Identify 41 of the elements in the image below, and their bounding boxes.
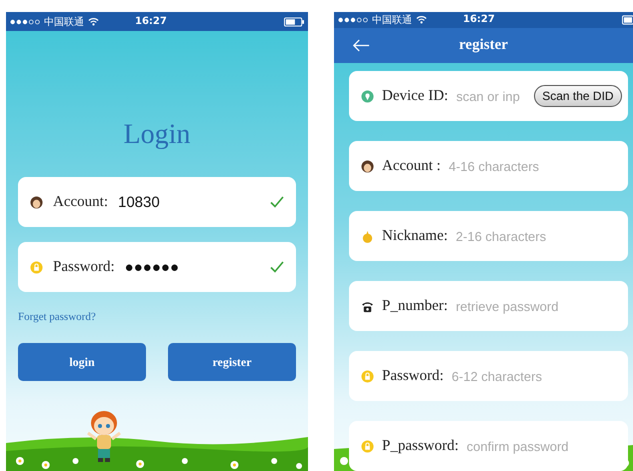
status-time: 16:27 (135, 16, 167, 27)
avatar-icon (360, 160, 374, 172)
battery-icon (622, 14, 633, 25)
field-label: Password: (382, 368, 444, 384)
screen-title: register (459, 36, 508, 54)
lock-icon (360, 440, 374, 452)
device-input[interactable]: scan or inp (456, 88, 530, 104)
phone-input[interactable]: retrieve password (456, 298, 616, 314)
location-pin-icon (360, 90, 374, 102)
field-label: P_number: (382, 298, 448, 314)
avatar-icon (30, 196, 43, 208)
telephone-icon (360, 300, 374, 312)
register-button[interactable]: register (168, 343, 296, 381)
drop-icon (360, 230, 374, 242)
wifi-icon (416, 15, 427, 24)
account-input[interactable]: 4-16 characters (448, 158, 616, 174)
battery-icon (284, 16, 304, 26)
field-label: Device ID: (382, 88, 448, 104)
login-button[interactable]: login (18, 343, 146, 381)
field-label: Nickname: (382, 228, 448, 244)
nickname-input[interactable]: 2-16 characters (456, 228, 616, 244)
field-label: Account: (53, 194, 108, 210)
status-time: 16:27 (462, 14, 495, 26)
carrier-name: 中国联通 (44, 16, 84, 28)
password-input[interactable]: 6-12 characters (452, 368, 616, 384)
scan-button[interactable]: Scan the DID (534, 85, 622, 107)
screen-title: Login (122, 119, 192, 151)
signal-icon (338, 16, 368, 23)
forgot-password-link[interactable]: Forget password? (18, 311, 96, 323)
account-input[interactable]: 10830 (118, 194, 260, 210)
signal-icon (10, 18, 40, 24)
password-input[interactable]: ●●●●●● (124, 258, 260, 276)
lock-icon (360, 370, 374, 382)
back-arrow-icon[interactable] (352, 38, 370, 52)
wifi-icon (88, 17, 99, 26)
field-label: Account : (382, 158, 441, 174)
field-label: P_password: (382, 438, 459, 454)
field-label: Password: (53, 258, 115, 276)
carrier-name: 中国联通 (372, 14, 412, 27)
lock-icon (30, 260, 43, 274)
password-input[interactable]: confirm password (466, 438, 616, 454)
